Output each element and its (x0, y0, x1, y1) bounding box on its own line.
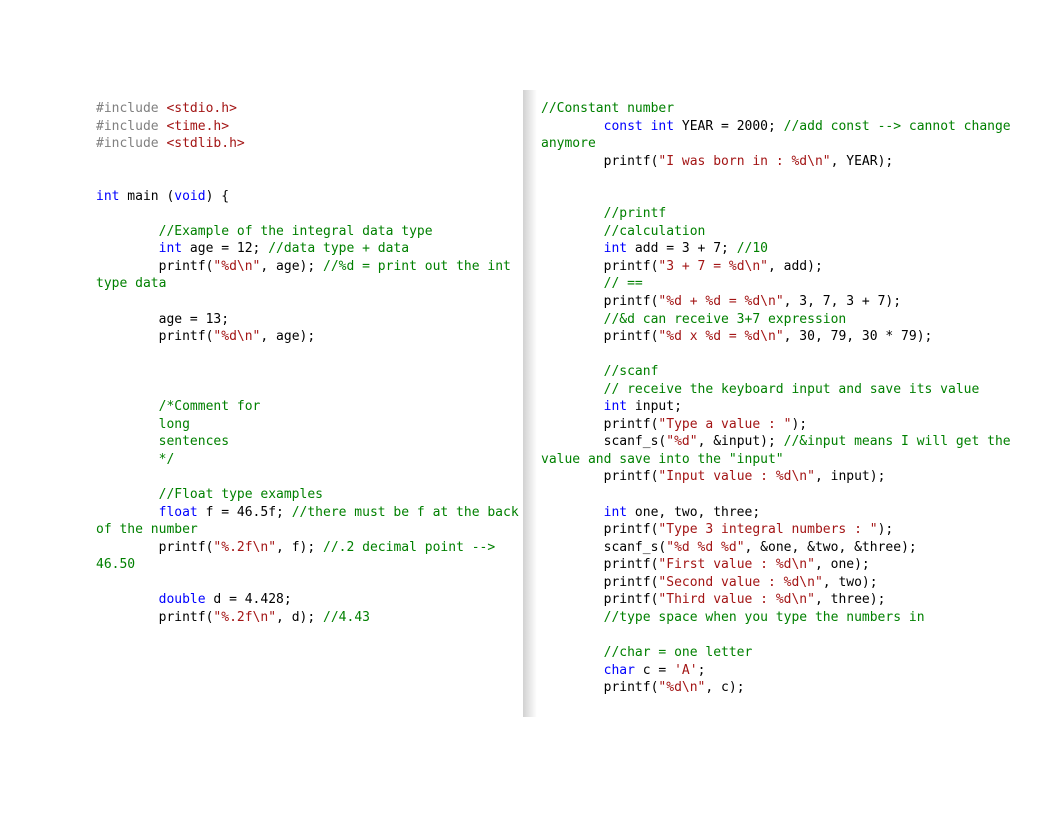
string: "Type a value : " (658, 417, 791, 432)
code-text: , &input); (698, 434, 784, 449)
char-literal: 'A' (674, 663, 697, 678)
comment: //char = one letter (604, 645, 753, 660)
string: "%d" (666, 434, 697, 449)
keyword-double: double (159, 592, 206, 607)
comment: // == (604, 276, 643, 291)
code-text: age = 12; (182, 241, 268, 256)
comment: //&d can receive 3+7 expression (604, 312, 847, 327)
code-text: , add); (768, 259, 823, 274)
string: "Input value : %d\n" (658, 469, 815, 484)
string: "3 + 7 = %d\n" (658, 259, 768, 274)
comment: // receive the keyboard input and save i… (604, 382, 980, 397)
keyword-const: const (604, 119, 643, 134)
code-text: input; (627, 399, 682, 414)
preproc: #include (96, 101, 166, 116)
code-text: printf( (159, 259, 214, 274)
string: "%d + %d = %d\n" (658, 294, 783, 309)
code-text: , YEAR); (831, 154, 894, 169)
keyword-int: int (604, 241, 627, 256)
preproc: #include (96, 136, 166, 151)
code-text: add = 3 + 7; (627, 241, 737, 256)
comment-block: /*Comment for long sentences */ (96, 399, 260, 467)
code-text: , age); (260, 329, 315, 344)
code-text: printf( (604, 294, 659, 309)
code-text: ; (698, 663, 706, 678)
comment: //4.43 (323, 610, 370, 625)
code-text: printf( (604, 329, 659, 344)
keyword-char: char (604, 663, 635, 678)
include-header: <time.h> (166, 119, 229, 134)
code-text: printf( (604, 417, 659, 432)
code-text: , input); (815, 469, 885, 484)
code-text: , 3, 7, 3 + 7); (784, 294, 901, 309)
code-text: printf( (604, 522, 659, 537)
string: "Second value : %d\n" (658, 575, 822, 590)
code-text: ); (878, 522, 894, 537)
keyword-int: int (159, 241, 182, 256)
keyword-float: float (159, 505, 198, 520)
code-text: printf( (604, 154, 659, 169)
code-text: printf( (604, 575, 659, 590)
comment: //calculation (604, 224, 706, 239)
string: "%d x %d = %d\n" (658, 329, 783, 344)
string: "I was born in : %d\n" (658, 154, 830, 169)
code-text: scanf_s( (604, 540, 667, 555)
keyword-int: int (651, 119, 674, 134)
string: "Third value : %d\n" (658, 592, 815, 607)
code-text: printf( (604, 557, 659, 572)
code-text: age = 13; (159, 312, 229, 327)
keyword-int: int (604, 505, 627, 520)
code-columns: #include <stdio.h> #include <time.h> #in… (0, 0, 1062, 697)
keyword-void: void (174, 189, 205, 204)
comment: //printf (604, 206, 667, 221)
right-column: //Constant number const int YEAR = 2000;… (531, 100, 1062, 697)
comment: //Float type examples (159, 487, 323, 502)
code-text: , two); (823, 575, 878, 590)
string: "First value : %d\n" (658, 557, 815, 572)
code-text: ) { (206, 189, 229, 204)
comment: //Constant number (541, 101, 674, 116)
code-text: printf( (604, 680, 659, 695)
preproc: #include (96, 119, 166, 134)
comment: //Example of the integral data type (159, 224, 433, 239)
comment: //10 (737, 241, 768, 256)
code-text: printf( (159, 540, 214, 555)
code-text: f = 46.5f; (198, 505, 292, 520)
string: "%d\n" (213, 329, 260, 344)
comment: //scanf (604, 364, 659, 379)
comment: //data type + data (268, 241, 409, 256)
code-text: , c); (705, 680, 744, 695)
string: "%d\n" (213, 259, 260, 274)
code-text: , three); (815, 592, 885, 607)
code-text: printf( (159, 329, 214, 344)
code-text: YEAR = 2000; (674, 119, 784, 134)
code-text: , age); (260, 259, 323, 274)
code-text: , &one, &two, &three); (745, 540, 917, 555)
code-text: c = (635, 663, 674, 678)
include-header: <stdio.h> (166, 101, 236, 116)
code-text: main ( (119, 189, 174, 204)
code-text: ); (791, 417, 807, 432)
keyword-int: int (96, 189, 119, 204)
code-text: , one); (815, 557, 870, 572)
code-text: , d); (276, 610, 323, 625)
string: "%d\n" (658, 680, 705, 695)
string: "%.2f\n" (213, 540, 276, 555)
string: "%.2f\n" (213, 610, 276, 625)
code-text: d = 4.428; (206, 592, 292, 607)
string: "%d %d %d" (666, 540, 744, 555)
keyword-int: int (604, 399, 627, 414)
code-text: printf( (604, 592, 659, 607)
code-text: , 30, 79, 30 * 79); (784, 329, 933, 344)
code-text: printf( (604, 259, 659, 274)
include-header: <stdlib.h> (166, 136, 244, 151)
left-column: #include <stdio.h> #include <time.h> #in… (0, 100, 531, 697)
code-text: printf( (604, 469, 659, 484)
comment: //type space when you type the numbers i… (604, 610, 925, 625)
code-text: scanf_s( (604, 434, 667, 449)
string: "Type 3 integral numbers : " (658, 522, 877, 537)
code-text: , f); (276, 540, 323, 555)
code-text: one, two, three; (627, 505, 760, 520)
code-text: printf( (159, 610, 214, 625)
